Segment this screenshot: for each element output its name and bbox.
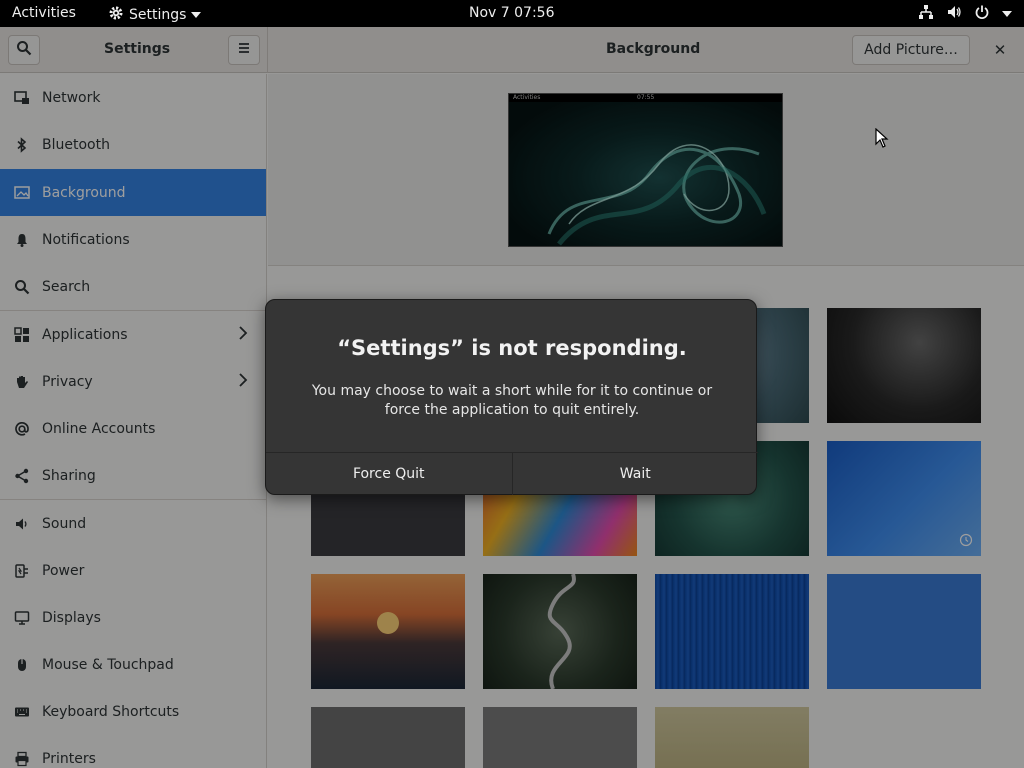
dialog-title: “Settings” is not responding.	[337, 336, 687, 360]
activities-button[interactable]: Activities	[12, 5, 76, 21]
wait-button[interactable]: Wait	[511, 453, 759, 495]
power-icon	[974, 4, 990, 24]
not-responding-dialog: “Settings” is not responding. You may ch…	[265, 299, 758, 495]
clock[interactable]: Nov 7 07:56	[469, 5, 554, 21]
chevron-down-icon	[191, 12, 202, 18]
app-menu-label: Settings	[129, 7, 187, 23]
chevron-down-icon	[1002, 11, 1012, 17]
force-quit-button[interactable]: Force Quit	[266, 453, 512, 495]
gear-icon	[108, 5, 124, 25]
dialog-message: You may choose to wait a short while for…	[311, 383, 713, 418]
system-tray[interactable]	[918, 4, 1012, 24]
network-wired-icon	[918, 4, 934, 24]
app-menu[interactable]: Settings	[108, 5, 202, 25]
volume-icon	[946, 4, 962, 24]
dialog-button-row: Force Quit Wait	[266, 452, 758, 495]
top-bar: Activities Settings Nov 7 07:56	[0, 0, 1024, 27]
